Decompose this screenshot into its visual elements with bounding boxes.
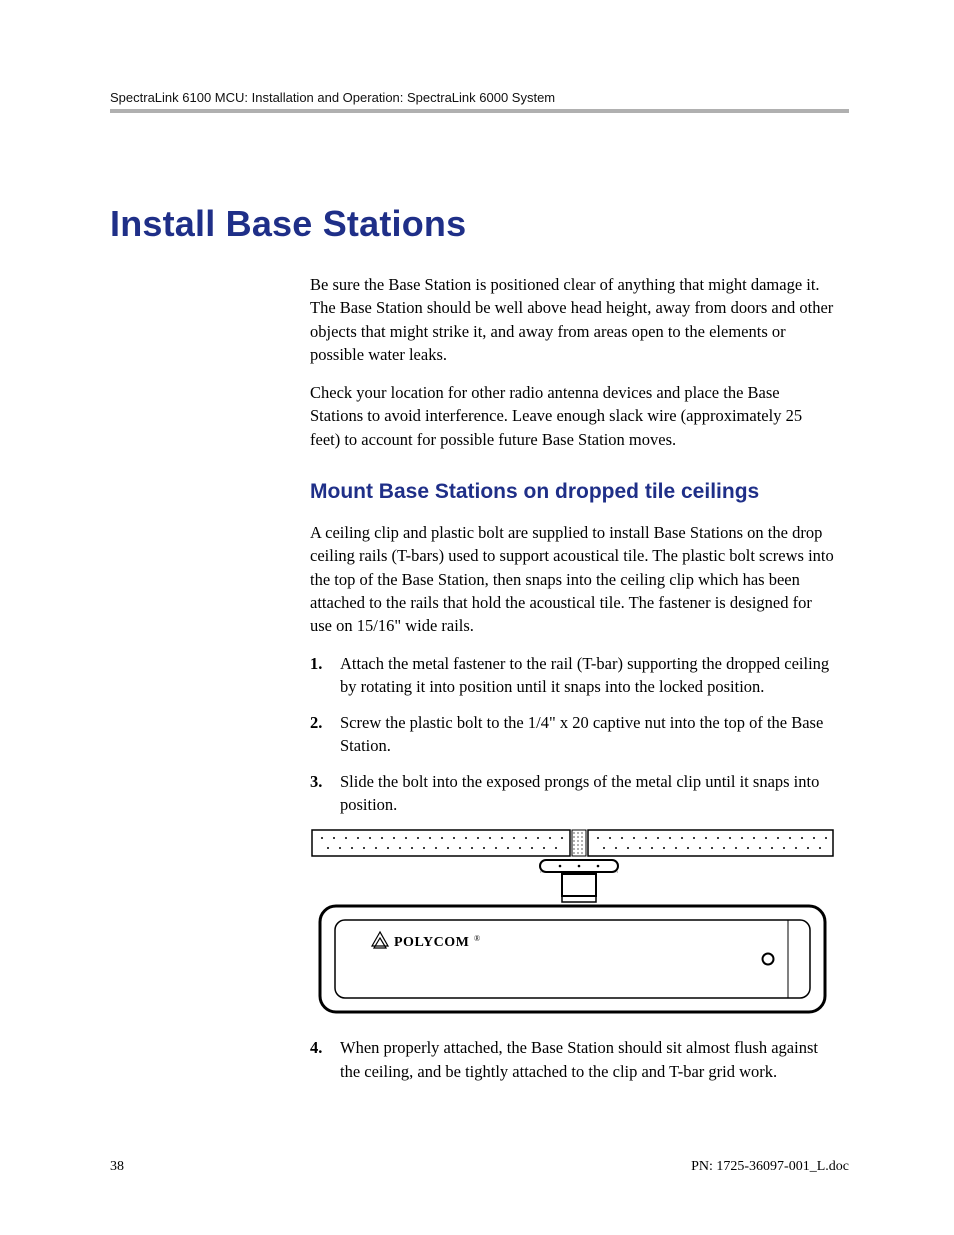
part-number: PN: 1725-36097-001_L.doc: [691, 1159, 849, 1175]
page-footer: 38 PN: 1725-36097-001_L.doc: [110, 1159, 849, 1175]
mount-steps-list-continued: When properly attached, the Base Station…: [310, 1036, 834, 1083]
svg-text:®: ®: [474, 934, 480, 943]
header-rule: [110, 109, 849, 113]
main-heading: Install Base Stations: [110, 203, 849, 245]
intro-paragraph-2: Check your location for other radio ante…: [310, 381, 834, 451]
step-1: Attach the metal fastener to the rail (T…: [310, 652, 834, 699]
base-station-diagram: POLYCOM ®: [310, 828, 835, 1018]
step-3: Slide the bolt into the exposed prongs o…: [310, 770, 834, 817]
mount-intro-paragraph: A ceiling clip and plastic bolt are supp…: [310, 521, 834, 638]
polycom-brand-text: POLYCOM: [394, 935, 469, 950]
page-number: 38: [110, 1159, 124, 1175]
body-column: Be sure the Base Station is positioned c…: [310, 273, 834, 1083]
mount-steps-list: Attach the metal fastener to the rail (T…: [310, 652, 834, 817]
document-page: SpectraLink 6100 MCU: Installation and O…: [0, 0, 954, 1235]
running-head: SpectraLink 6100 MCU: Installation and O…: [110, 90, 849, 105]
step-4: When properly attached, the Base Station…: [310, 1036, 834, 1083]
mount-figure: POLYCOM ®: [310, 828, 834, 1018]
step-2: Screw the plastic bolt to the 1/4" x 20 …: [310, 711, 834, 758]
sub-heading-mount: Mount Base Stations on dropped tile ceil…: [310, 477, 834, 507]
intro-paragraph-1: Be sure the Base Station is positioned c…: [310, 273, 834, 367]
